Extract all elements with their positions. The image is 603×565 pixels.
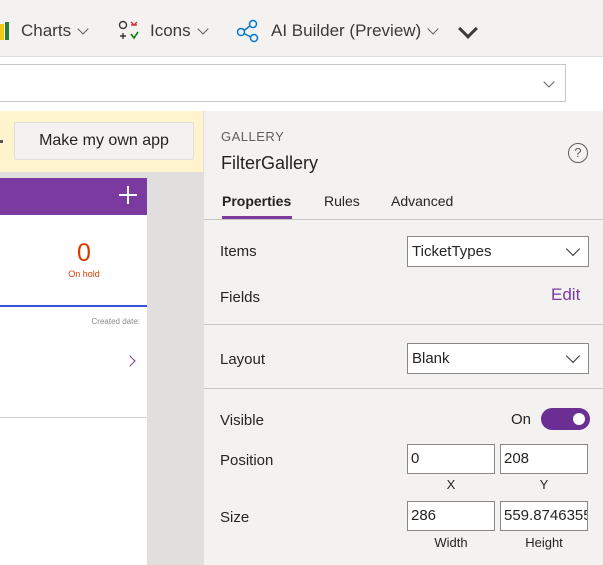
- fields-edit-link[interactable]: Edit: [551, 285, 580, 305]
- on-hold-label: On hold: [68, 269, 100, 279]
- items-dropdown[interactable]: TicketTypes: [407, 236, 589, 267]
- chevron-down-icon: [565, 348, 581, 364]
- ai-builder-icon: [236, 19, 259, 43]
- tab-advanced[interactable]: Advanced: [391, 193, 453, 209]
- visible-state-label: On: [511, 411, 532, 428]
- more-chevron-icon[interactable]: [458, 19, 478, 39]
- bar-chart-icon: [0, 22, 9, 40]
- formula-bar[interactable]: [0, 64, 566, 102]
- created-date-label: Created date:: [91, 317, 140, 326]
- layout-label: Layout: [220, 351, 266, 368]
- size-width-input[interactable]: 286: [407, 501, 495, 531]
- size-height-input[interactable]: 559.8746355: [500, 501, 588, 531]
- tabs-divider: [204, 219, 603, 220]
- charts-label: Charts: [21, 21, 72, 40]
- control-type-label: GALLERY: [221, 129, 285, 144]
- layout-dropdown[interactable]: Blank: [407, 343, 589, 374]
- ai-builder-label: AI Builder (Preview): [271, 21, 422, 40]
- tab-properties[interactable]: Properties: [222, 193, 291, 209]
- icons-menu[interactable]: Icons: [117, 18, 209, 44]
- chevron-down-icon: [77, 22, 89, 35]
- status-summary-card: 0 On hold: [0, 215, 147, 307]
- position-y-input[interactable]: 208: [500, 444, 588, 474]
- chevron-down-icon: [196, 22, 209, 35]
- position-label: Position: [220, 452, 274, 469]
- width-caption: Width: [434, 535, 468, 550]
- visible-label: Visible: [220, 412, 264, 429]
- add-icon[interactable]: [119, 186, 137, 204]
- on-hold-count: 0: [77, 239, 91, 267]
- section-divider: [204, 388, 603, 389]
- layout-value: Blank: [412, 350, 450, 367]
- height-caption: Height: [525, 535, 563, 550]
- visible-toggle[interactable]: [541, 408, 590, 430]
- help-icon[interactable]: ?: [568, 143, 588, 163]
- charts-menu[interactable]: Charts: [0, 18, 89, 44]
- banner-bullet: [0, 140, 3, 143]
- formula-expand-chevron-icon[interactable]: [543, 76, 555, 88]
- chevron-down-icon: [565, 241, 581, 257]
- icons-gallery-icon: [118, 20, 139, 40]
- size-label: Size: [220, 509, 250, 526]
- app-preview[interactable]: 0 On hold Created date:: [0, 178, 147, 565]
- chevron-right-icon[interactable]: [124, 355, 136, 367]
- fields-label: Fields: [220, 289, 261, 306]
- icons-label: Icons: [150, 21, 191, 40]
- properties-panel: GALLERY FilterGallery ? Properties Rules…: [203, 111, 603, 565]
- ai-builder-menu[interactable]: AI Builder (Preview): [236, 18, 439, 44]
- position-x-input[interactable]: 0: [407, 444, 495, 474]
- control-name[interactable]: FilterGallery: [221, 153, 318, 174]
- toggle-knob: [573, 413, 585, 425]
- chevron-down-icon: [427, 22, 439, 35]
- items-label: Items: [220, 243, 257, 260]
- x-caption: X: [446, 477, 456, 492]
- tab-rules[interactable]: Rules: [324, 193, 360, 209]
- row-divider: [0, 417, 147, 418]
- ribbon: Charts Icons AI Builder (Preview): [0, 0, 603, 57]
- y-caption: Y: [539, 477, 549, 492]
- items-value: TicketTypes: [412, 243, 492, 260]
- section-divider: [204, 324, 603, 325]
- app-header-bar: [0, 178, 147, 215]
- make-my-own-app-button[interactable]: Make my own app: [14, 122, 194, 160]
